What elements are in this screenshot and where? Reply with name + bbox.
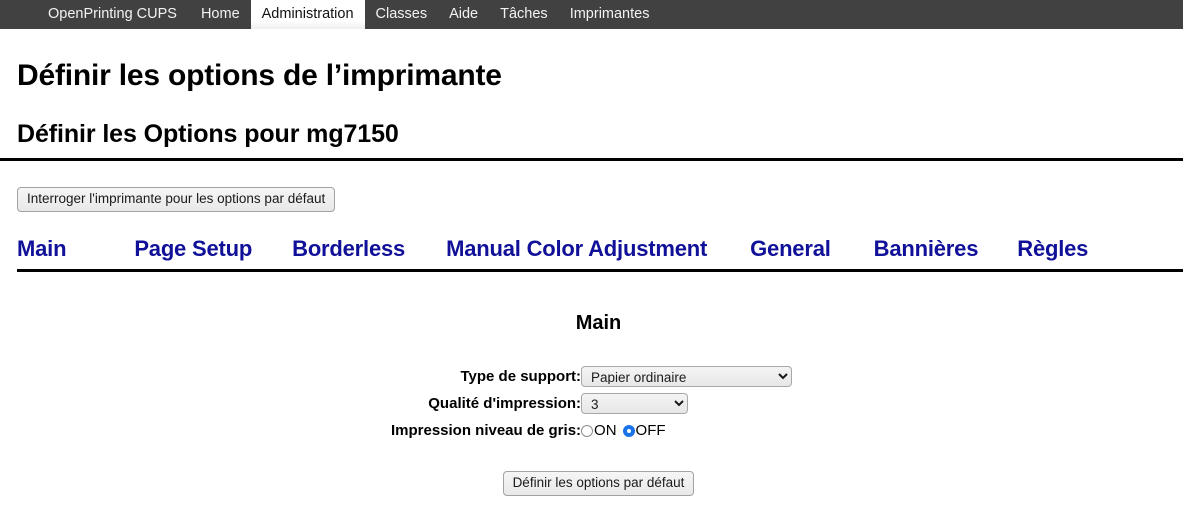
nav-item-openprinting-cups[interactable]: OpenPrinting CUPS xyxy=(38,0,190,29)
submit-section: Définir les options par défaut xyxy=(17,471,1166,496)
grayscale-cell: ON OFF xyxy=(581,417,792,444)
nav-item-imprimantes[interactable]: Imprimantes xyxy=(559,0,661,29)
tab-main[interactable]: Main xyxy=(17,236,66,262)
page-title: Définir les options de l’imprimante xyxy=(17,59,1166,93)
tab-manual-color-adjustment[interactable]: Manual Color Adjustment xyxy=(446,236,707,262)
printer-options-subtitle: Définir les Options pour mg7150 xyxy=(17,120,1166,149)
options-table: Type de support: Papier ordinaire Qualit… xyxy=(391,363,792,444)
table-row: Type de support: Papier ordinaire xyxy=(391,363,792,390)
set-default-options-button[interactable]: Définir les options par défaut xyxy=(503,471,695,496)
grayscale-label: Impression niveau de gris: xyxy=(391,417,581,444)
tab-borderless[interactable]: Borderless xyxy=(292,236,405,262)
tab-regles[interactable]: Règles xyxy=(1017,236,1088,262)
tab-general[interactable]: General xyxy=(750,236,831,262)
printer-options-form: Main Type de support: Papier ordinaire Q… xyxy=(17,312,1166,496)
query-printer-defaults-button[interactable]: Interroger l'imprimante pour les options… xyxy=(17,187,335,212)
print-quality-label: Qualité d'impression: xyxy=(391,390,581,417)
media-type-cell: Papier ordinaire xyxy=(581,363,792,390)
query-printer-section: Interroger l'imprimante pour les options… xyxy=(17,187,1166,212)
table-row: Qualité d'impression: 3 xyxy=(391,390,792,417)
media-type-select[interactable]: Papier ordinaire xyxy=(581,366,792,387)
tabs-divider xyxy=(17,269,1183,272)
nav-item-administration[interactable]: Administration xyxy=(251,0,365,29)
grayscale-radio-group: ON OFF xyxy=(581,423,792,438)
tab-page-setup[interactable]: Page Setup xyxy=(134,236,252,262)
tab-bannieres[interactable]: Bannières xyxy=(874,236,979,262)
nav-item-taches[interactable]: Tâches xyxy=(489,0,559,29)
grayscale-radio-on[interactable] xyxy=(581,425,593,437)
page-content: Définir les options de l’imprimante Défi… xyxy=(0,59,1183,496)
grayscale-off-label[interactable]: OFF xyxy=(636,423,666,438)
grayscale-on-label[interactable]: ON xyxy=(594,423,617,438)
nav-item-home[interactable]: Home xyxy=(190,0,251,29)
grayscale-radio-off[interactable] xyxy=(623,425,635,437)
nav-item-classes[interactable]: Classes xyxy=(365,0,439,29)
print-quality-cell: 3 xyxy=(581,390,792,417)
media-type-label: Type de support: xyxy=(391,363,581,390)
nav-item-aide[interactable]: Aide xyxy=(438,0,489,29)
table-row: Impression niveau de gris: ON OFF xyxy=(391,417,792,444)
subtitle-divider xyxy=(0,158,1183,161)
option-tabs: Main Page Setup Borderless Manual Color … xyxy=(17,236,1166,262)
print-quality-select[interactable]: 3 xyxy=(581,393,688,414)
top-navigation-bar: OpenPrinting CUPS Home Administration Cl… xyxy=(0,0,1183,29)
option-group-title: Main xyxy=(17,312,1166,335)
